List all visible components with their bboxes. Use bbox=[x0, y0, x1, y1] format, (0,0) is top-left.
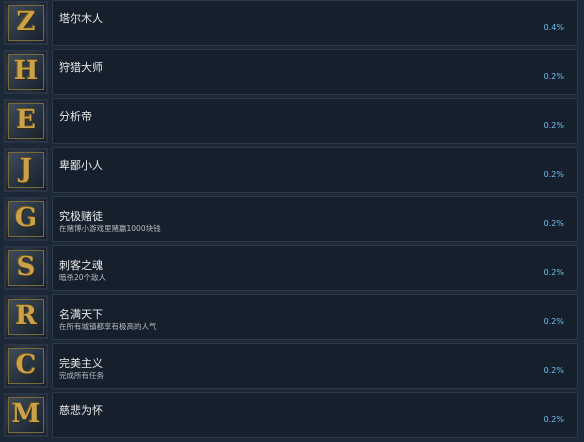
achievement-panel: 塔尔木人 0.4% bbox=[52, 0, 578, 46]
letter-m-badge-icon: M bbox=[4, 393, 48, 437]
achievement-row[interactable]: C 完美主义 完成所有任务 0.2% bbox=[0, 343, 584, 389]
letter-g-badge-icon: G bbox=[4, 197, 48, 241]
unlock-percent: 0.4% bbox=[543, 23, 564, 32]
letter-e-badge-icon: E bbox=[4, 99, 48, 143]
achievement-row[interactable]: H 狩猎大师 0.2% bbox=[0, 49, 584, 95]
achievement-description: 完成所有任务 bbox=[59, 371, 104, 380]
achievement-row[interactable]: R 名满天下 在所有城镇都享有极高的人气 0.2% bbox=[0, 294, 584, 340]
unlock-percent: 0.2% bbox=[543, 121, 564, 130]
achievement-description: 暗杀20个敌人 bbox=[59, 273, 107, 282]
achievement-title: 分析帝 bbox=[59, 110, 92, 123]
unlock-percent: 0.2% bbox=[543, 219, 564, 228]
achievement-panel: 狩猎大师 0.2% bbox=[52, 49, 578, 95]
achievement-row[interactable]: J 卑鄙小人 0.2% bbox=[0, 147, 584, 193]
achievement-panel: 卑鄙小人 0.2% bbox=[52, 147, 578, 193]
achievement-description: 在赌博小游戏里赌赢1000块钱 bbox=[59, 224, 161, 233]
letter-j-badge-icon: J bbox=[4, 148, 48, 192]
achievement-panel: 完美主义 完成所有任务 0.2% bbox=[52, 343, 578, 389]
achievement-row[interactable]: M 慈悲为怀 0.2% bbox=[0, 392, 584, 438]
achievement-list: Z 塔尔木人 0.4% H 狩猎大师 0.2% E 分析帝 0.2% J 卑鄙小… bbox=[0, 0, 584, 442]
achievement-panel: 分析帝 0.2% bbox=[52, 98, 578, 144]
achievement-title: 刺客之魂 bbox=[59, 259, 103, 272]
unlock-percent: 0.2% bbox=[543, 366, 564, 375]
achievement-panel: 刺客之魂 暗杀20个敌人 0.2% bbox=[52, 245, 578, 291]
achievement-row[interactable]: E 分析帝 0.2% bbox=[0, 98, 584, 144]
unlock-percent: 0.2% bbox=[543, 268, 564, 277]
achievement-panel: 慈悲为怀 0.2% bbox=[52, 392, 578, 438]
achievement-title: 名满天下 bbox=[59, 308, 103, 321]
achievement-title: 慈悲为怀 bbox=[59, 404, 103, 417]
achievement-title: 卑鄙小人 bbox=[59, 159, 103, 172]
unlock-percent: 0.2% bbox=[543, 170, 564, 179]
letter-r-badge-icon: R bbox=[4, 295, 48, 339]
achievement-title: 狩猎大师 bbox=[59, 61, 103, 74]
unlock-percent: 0.2% bbox=[543, 415, 564, 424]
letter-h-badge-icon: H bbox=[4, 50, 48, 94]
achievement-title: 究极赌徒 bbox=[59, 210, 103, 223]
achievement-description: 在所有城镇都享有极高的人气 bbox=[59, 322, 157, 331]
unlock-percent: 0.2% bbox=[543, 72, 564, 81]
letter-c-badge-icon: C bbox=[4, 344, 48, 388]
achievement-row[interactable]: S 刺客之魂 暗杀20个敌人 0.2% bbox=[0, 245, 584, 291]
letter-z-badge-icon: Z bbox=[4, 1, 48, 45]
achievement-panel: 究极赌徒 在赌博小游戏里赌赢1000块钱 0.2% bbox=[52, 196, 578, 242]
achievement-title: 完美主义 bbox=[59, 357, 103, 370]
letter-s-badge-icon: S bbox=[4, 246, 48, 290]
achievement-title: 塔尔木人 bbox=[59, 12, 103, 25]
unlock-percent: 0.2% bbox=[543, 317, 564, 326]
achievement-panel: 名满天下 在所有城镇都享有极高的人气 0.2% bbox=[52, 294, 578, 340]
achievement-row[interactable]: Z 塔尔木人 0.4% bbox=[0, 0, 584, 46]
achievement-row[interactable]: G 究极赌徒 在赌博小游戏里赌赢1000块钱 0.2% bbox=[0, 196, 584, 242]
